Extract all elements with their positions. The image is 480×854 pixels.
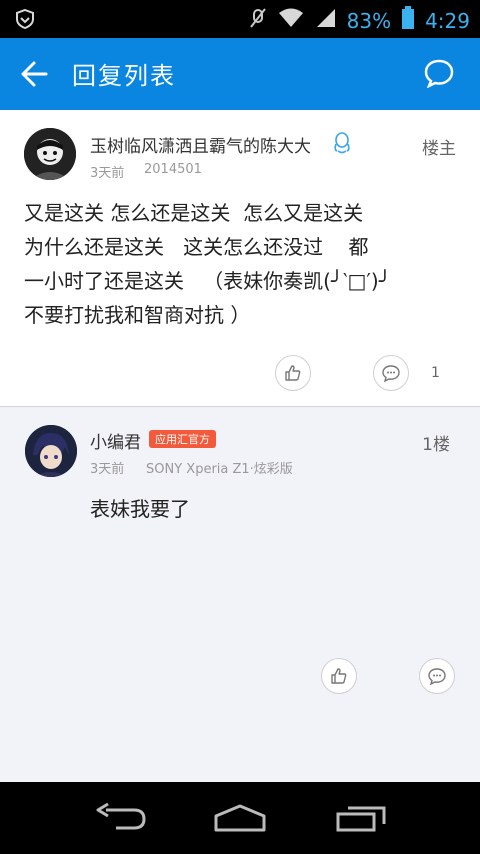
post-body-line: 又是这关 怎么还是这关 怎么又是这关: [24, 201, 364, 225]
app-bar: 回复列表: [0, 38, 480, 110]
like-button[interactable]: [321, 658, 357, 694]
device-label: SONY Xperia Z1·炫彩版: [146, 462, 293, 477]
comment-button[interactable]: [419, 658, 455, 694]
device-label: 2014501: [144, 162, 202, 177]
comment-icon: [428, 668, 446, 685]
avatar[interactable]: [25, 425, 77, 477]
like-button[interactable]: [275, 355, 311, 391]
comment-button[interactable]: [373, 355, 409, 391]
nav-home-icon[interactable]: [212, 802, 268, 838]
thumbs-up-icon: [331, 668, 347, 684]
thumbs-up-icon: [285, 365, 301, 381]
clock: 4:29: [425, 8, 470, 33]
comment-icon: [382, 365, 400, 382]
nav-back-icon[interactable]: [94, 802, 148, 838]
mute-icon: [249, 7, 267, 34]
reply-time: 3天前: [90, 462, 125, 477]
back-arrow-icon[interactable]: [20, 60, 48, 88]
post-body-line: 一小时了还是这关 （表妹你奏凯(╯‵□′)╯: [24, 269, 391, 293]
page-title: 回复列表: [72, 62, 176, 90]
navigation-bar: [0, 782, 480, 854]
signal-icon: [315, 7, 337, 34]
battery-percent: 83%: [346, 8, 392, 33]
reply-item: 小编君 应用汇官方 1楼 3天前 SONY Xperia Z1·炫彩版 表妹我要…: [0, 408, 480, 782]
avatar[interactable]: [24, 128, 76, 180]
chat-bubble-icon[interactable]: [424, 58, 454, 89]
post-time: 3天前: [90, 166, 125, 181]
username[interactable]: 玉树临风潇洒且霸气的陈大大: [90, 132, 311, 157]
post-body-line: 不要打扰我和智商对抗 ）: [24, 303, 251, 327]
reply-list[interactable]: 玉树临风潇洒且霸气的陈大大 楼主 3天前 2014501 又是这关 怎么还是这关…: [0, 110, 480, 782]
floor-label: 1楼: [422, 435, 450, 455]
like-count: 1: [431, 365, 440, 381]
reply-body: 表妹我要了: [90, 497, 190, 521]
floor-label: 楼主: [422, 139, 456, 159]
battery-icon: [401, 6, 415, 35]
shield-icon: [14, 8, 36, 34]
original-post: 玉树临风潇洒且霸气的陈大大 楼主 3天前 2014501 又是这关 怎么还是这关…: [0, 110, 480, 407]
official-badge: 应用汇官方: [149, 430, 216, 448]
qq-icon: [332, 131, 352, 159]
username[interactable]: 小编君: [90, 428, 141, 453]
nav-recents-icon[interactable]: [334, 802, 390, 838]
post-body-line: 为什么还是这关 这关怎么还没过 都: [24, 235, 369, 259]
status-bar: 83% 4:29: [0, 0, 480, 38]
wifi-icon: [277, 7, 305, 34]
